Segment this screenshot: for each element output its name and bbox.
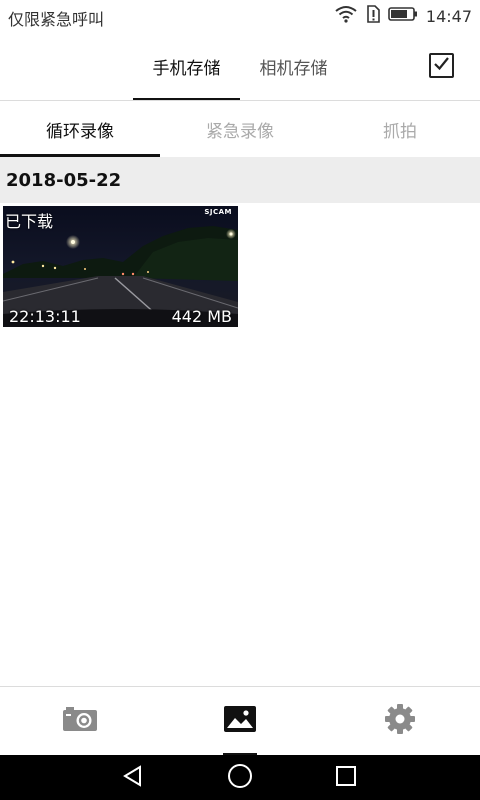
tab-loop-recording-label: 循环录像: [46, 121, 114, 142]
tab-phone-storage-label: 手机存储: [152, 58, 221, 79]
recents-icon: [335, 765, 357, 791]
date-label: 2018-05-22: [6, 169, 122, 191]
downloaded-badge: 已下载: [5, 212, 54, 231]
tab-phone-storage[interactable]: 手机存储: [133, 32, 240, 100]
system-navigation-bar: [0, 755, 480, 800]
select-mode-button[interactable]: [429, 53, 454, 78]
battery-icon: [388, 6, 418, 26]
nav-camera[interactable]: [0, 687, 160, 755]
tab-emergency-recording[interactable]: 紧急录像: [160, 101, 320, 157]
camera-icon: [62, 706, 98, 736]
recording-type-tabs: 循环录像 紧急录像 抓拍: [0, 101, 480, 157]
home-icon: [227, 763, 253, 793]
storage-tabs: 手机存储 相机存储: [0, 32, 480, 100]
status-icons: 14:47: [334, 5, 472, 27]
nav-settings[interactable]: [320, 687, 480, 755]
tab-snapshot-label: 抓拍: [383, 121, 417, 142]
system-recents-button[interactable]: [316, 755, 376, 800]
tab-snapshot[interactable]: 抓拍: [320, 101, 480, 157]
gallery-icon: [224, 706, 256, 736]
back-icon: [122, 764, 144, 791]
nav-gallery[interactable]: [160, 687, 320, 755]
video-file-size: 442 MB: [171, 307, 232, 326]
tab-camera-storage[interactable]: 相机存储: [240, 32, 347, 100]
settings-gear-icon: [385, 704, 415, 738]
tab-camera-storage-label: 相机存储: [259, 58, 328, 79]
wifi-icon: [334, 5, 358, 27]
system-home-button[interactable]: [210, 755, 270, 800]
sim-alert-icon: [366, 5, 380, 27]
clock: 14:47: [425, 6, 472, 26]
system-back-button[interactable]: [103, 755, 163, 800]
date-group-header: 2018-05-22: [0, 157, 480, 203]
watermark-logo: SJCAM: [204, 208, 232, 216]
video-thumbnail[interactable]: SJCAM 已下载 22:13:11 442 MB: [3, 206, 238, 327]
bottom-navigation: [0, 686, 480, 756]
tab-loop-recording[interactable]: 循环录像: [0, 101, 160, 157]
carrier-text: 仅限紧急呼叫: [8, 10, 105, 29]
video-duration: 22:13:11: [9, 307, 81, 326]
tab-emergency-recording-label: 紧急录像: [206, 121, 274, 142]
status-bar: 仅限紧急呼叫 14:47: [0, 0, 480, 32]
checkbox-checked-icon: [433, 56, 450, 75]
